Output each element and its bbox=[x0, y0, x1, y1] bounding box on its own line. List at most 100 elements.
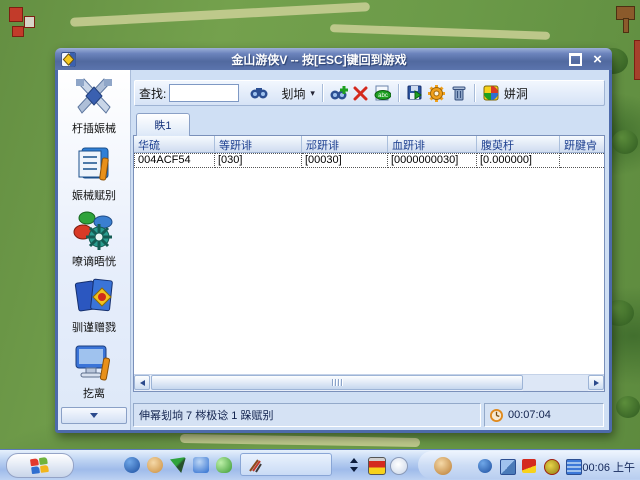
game-path bbox=[179, 433, 421, 448]
task-player-icon[interactable] bbox=[390, 457, 408, 475]
cell-address: 004ACF54 bbox=[134, 153, 215, 168]
wooden-sign-post bbox=[623, 18, 629, 33]
elapsed-time: 00:07:04 bbox=[508, 409, 551, 421]
desktop: 金山游侠V -- 按[ESC]键回到游戏 × 杅插娠械 娠械赋别 嘹谪晤恍 驯谨… bbox=[0, 0, 640, 480]
tray-game-character-icon[interactable] bbox=[434, 457, 452, 475]
tray-antivirus-icon[interactable] bbox=[522, 459, 536, 473]
restore-icon bbox=[569, 52, 582, 66]
window-body: 杅插娠械 娠械赋别 嘹谪晤恍 驯谨赠戮 扢离 查找: 刬垧 ▾ abc 姘洞 眣… bbox=[58, 70, 609, 430]
tray-input-method-icon[interactable] bbox=[566, 459, 582, 475]
crossed-swords-icon bbox=[76, 78, 112, 114]
search-button-label[interactable]: 刬垧 bbox=[281, 85, 305, 102]
status-text: 伸幂刬垧 7 梣极谂 1 跺赋别 bbox=[139, 410, 274, 422]
secret-books-icon bbox=[74, 278, 113, 312]
building-edge bbox=[634, 40, 640, 80]
column-header-dword[interactable]: 血趼诽 bbox=[388, 136, 477, 153]
start-button[interactable] bbox=[6, 453, 74, 478]
notebook-wrench-icon bbox=[78, 147, 109, 181]
app-window: 金山游侠V -- 按[ESC]键回到游戏 × 杅插娠械 娠械赋别 嘹谪晤恍 驯谨… bbox=[55, 48, 612, 433]
settings-button[interactable] bbox=[426, 83, 448, 104]
search-button[interactable] bbox=[239, 83, 279, 104]
sidebar-collapse-button[interactable] bbox=[61, 407, 127, 424]
sidebar-item-label: 嘹谪晤恍 bbox=[72, 256, 116, 268]
cancel-search-button[interactable] bbox=[350, 83, 372, 104]
cell-string bbox=[560, 153, 604, 168]
taskbar-window-button[interactable] bbox=[240, 453, 332, 476]
table-row-selected[interactable]: 004ACF54 [030] [00030] [0000000030] [0.0… bbox=[134, 153, 604, 168]
horizontal-scrollbar[interactable] bbox=[134, 374, 604, 391]
close-button[interactable]: × bbox=[589, 52, 606, 67]
game-path bbox=[329, 24, 551, 40]
binoculars-add-icon bbox=[330, 85, 348, 99]
search-dropdown-arrow-icon[interactable]: ▾ bbox=[310, 88, 315, 99]
scrollbar-track[interactable] bbox=[523, 375, 588, 391]
palette-button[interactable] bbox=[480, 83, 502, 104]
window-title: 金山游侠V -- 按[ESC]键回到游戏 bbox=[231, 52, 407, 67]
color-window-icon bbox=[483, 85, 499, 101]
game-path bbox=[69, 2, 371, 27]
column-header-byte[interactable]: 等趼诽 bbox=[215, 136, 302, 153]
clock-icon bbox=[490, 408, 503, 422]
scroll-right-button[interactable] bbox=[588, 375, 604, 390]
column-header-word[interactable]: 邧趼诽 bbox=[302, 136, 388, 153]
game-object bbox=[12, 26, 24, 37]
chevron-down-icon bbox=[90, 413, 98, 418]
palette-button-label[interactable]: 姘洞 bbox=[504, 85, 528, 102]
table-header: 华硫 等趼诽 邧趼诽 血趼诽 腹萸杅 趼腱肻 bbox=[134, 136, 604, 153]
text-search-button[interactable]: abc bbox=[372, 83, 394, 104]
gear-icon bbox=[428, 84, 446, 102]
arrow-left-icon bbox=[139, 379, 145, 386]
game-object bbox=[24, 16, 35, 28]
sidebar-item-search[interactable]: 杅插娠械 bbox=[58, 75, 130, 136]
tab-label: 眣1 bbox=[154, 120, 172, 132]
taskbar-clock[interactable]: 00:06 上午 bbox=[582, 459, 635, 475]
restore-button[interactable] bbox=[567, 52, 584, 67]
monitor-tool-icon bbox=[75, 345, 111, 381]
toolbar-separator bbox=[321, 84, 324, 102]
scroll-left-button[interactable] bbox=[134, 375, 150, 390]
taskbar-scroll-down-icon[interactable] bbox=[350, 467, 358, 472]
sidebar-item-label: 驯谨赠戮 bbox=[72, 322, 116, 334]
status-time-pane: 00:07:04 bbox=[484, 403, 604, 427]
status-bar: 伸幂刬垧 7 梣极谂 1 跺赋别 00:07:04 bbox=[133, 403, 607, 429]
main-area: 查找: 刬垧 ▾ abc 姘洞 眣1 华硫 等趼诽 邧趼诽 血趼诽 腹萸杅 趼腱… bbox=[131, 70, 609, 430]
sidebar-item-cheats[interactable]: 驯谨赠戮 bbox=[58, 274, 130, 335]
titlebar[interactable]: 金山游侠V -- 按[ESC]键回到游戏 × bbox=[55, 48, 612, 70]
tray-mute-icon[interactable] bbox=[544, 459, 560, 475]
sidebar-item-exit[interactable]: 扢离 bbox=[58, 340, 130, 401]
sidebar: 杅插娠械 娠械赋别 嘹谪晤恍 驯谨赠戮 扢离 bbox=[58, 70, 131, 430]
tab-page1[interactable]: 眣1 bbox=[136, 113, 190, 136]
brush-icon bbox=[249, 458, 262, 473]
system-tray: 00:06 上午 bbox=[418, 451, 640, 479]
export-button[interactable] bbox=[404, 83, 426, 104]
quicklaunch-messenger-icon[interactable] bbox=[216, 457, 232, 473]
taskbar-scroll-up-icon[interactable] bbox=[350, 458, 358, 463]
sidebar-item-memory-edit[interactable]: 娠械赋别 bbox=[58, 142, 130, 203]
cell-byte: [030] bbox=[215, 153, 302, 168]
trash-icon bbox=[452, 86, 466, 101]
find-input[interactable] bbox=[169, 84, 240, 102]
sidebar-item-test-tools[interactable]: 嘹谪晤恍 bbox=[58, 208, 130, 269]
svg-text:abc: abc bbox=[379, 93, 389, 99]
thumb-grip-icon bbox=[331, 379, 343, 386]
tree bbox=[616, 396, 640, 418]
tray-network-icon[interactable] bbox=[500, 459, 516, 475]
scrollbar-thumb[interactable] bbox=[151, 375, 523, 390]
column-header-float[interactable]: 腹萸杅 bbox=[477, 136, 560, 153]
close-icon: × bbox=[593, 50, 602, 68]
binoculars-icon bbox=[250, 88, 268, 99]
new-search-button[interactable] bbox=[328, 83, 350, 104]
abc-page-icon: abc bbox=[374, 85, 392, 101]
delete-button[interactable] bbox=[448, 83, 470, 104]
toolbar-separator bbox=[473, 84, 476, 102]
tray-browser-icon[interactable] bbox=[478, 459, 492, 473]
column-header-string[interactable]: 趼腱肻 bbox=[560, 136, 604, 153]
quicklaunch-face-icon[interactable] bbox=[147, 457, 163, 473]
quicklaunch-browser-icon[interactable] bbox=[124, 457, 140, 473]
column-header-address[interactable]: 华硫 bbox=[134, 136, 215, 153]
quicklaunch-kite-icon[interactable] bbox=[170, 457, 186, 473]
quicklaunch-app-icon[interactable] bbox=[193, 457, 209, 473]
task-msdos-icon[interactable] bbox=[368, 457, 386, 475]
game-object bbox=[9, 7, 23, 22]
toolbar: 查找: 刬垧 ▾ abc 姘洞 bbox=[134, 80, 605, 106]
